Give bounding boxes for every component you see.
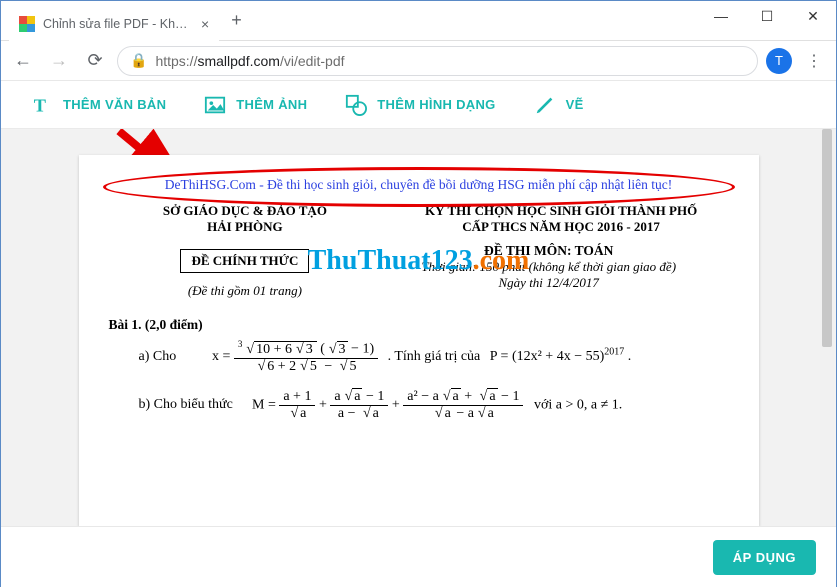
exam-title-1: KỲ THI CHỌN HỌC SINH GIỎI THÀNH PHỐ [394,203,729,219]
editor-toolbar: T THÊM VĂN BẢN THÊM ẢNH THÊM HÌNH DẠNG V… [1,81,836,129]
url-input[interactable]: 🔒 https://smallpdf.com/vi/edit-pdf [117,46,758,76]
duration: Thời gian: 150 phút (không kể thời gian … [381,259,716,275]
exam-date: Ngày thi 12/4/2017 [381,275,716,291]
page-count: (Đề thi gồm 01 trang) [109,283,382,299]
add-image-tool[interactable]: THÊM ẢNH [204,94,307,116]
menu-button[interactable]: ⋮ [800,51,828,71]
subject: ĐỀ THI MÔN: TOÁN [381,243,716,259]
editor-footer: ÁP DỤNG [1,526,836,588]
shape-icon [345,94,367,116]
org-line-1: SỞ GIÁO DỤC & ĐÀO TẠO [109,203,382,219]
window-controls: — ☐ ✕ [698,1,836,31]
part-a-mid: . Tính giá trị của [388,349,481,364]
lock-icon: 🔒 [130,52,147,69]
favicon-icon [19,16,35,32]
add-shape-tool[interactable]: THÊM HÌNH DẠNG [345,94,495,116]
document-viewport[interactable]: DeThiHSG.Com - Đề thi học sinh giỏi, chu… [1,129,836,526]
window-titlebar: Chỉnh sửa file PDF - Không ảnh h × + — ☐… [1,1,836,41]
tool-label: THÊM HÌNH DẠNG [377,97,495,112]
draw-tool[interactable]: VẼ [534,94,584,116]
browser-tab[interactable]: Chỉnh sửa file PDF - Không ảnh h × [9,7,219,41]
tool-label: VẼ [566,97,584,112]
org-line-2: HẢI PHÒNG [109,219,382,235]
forward-button[interactable]: → [45,47,73,75]
part-a-label: a) Cho [139,349,209,365]
url-scheme: https:// [155,53,197,69]
doc-header-link: DeThiHSG.Com - Đề thi học sinh giỏi, chu… [109,177,729,193]
question-1a: a) Cho x = 310 + 63 (3 − 1) 6 + 25 − 5 .… [139,339,729,375]
doc-subheading-row: ĐỀ CHÍNH THỨC (Đề thi gồm 01 trang) ĐỀ T… [109,243,729,299]
maximize-button[interactable]: ☐ [744,1,790,31]
vertical-scrollbar[interactable] [820,129,834,526]
part-b-tail: với a > 0, a ≠ 1. [534,397,622,412]
exam-title-2: CẤP THCS NĂM HỌC 2016 - 2017 [394,219,729,235]
tool-label: THÊM ẢNH [236,97,307,112]
pen-icon [534,94,556,116]
address-bar: ← → ⟳ 🔒 https://smallpdf.com/vi/edit-pdf… [1,41,836,81]
new-tab-button[interactable]: + [231,10,242,31]
pdf-page[interactable]: DeThiHSG.Com - Đề thi học sinh giỏi, chu… [79,155,759,526]
profile-avatar[interactable]: T [766,48,792,74]
add-text-tool[interactable]: T THÊM VĂN BẢN [31,94,166,116]
back-button[interactable]: ← [9,47,37,75]
url-host: smallpdf.com [197,53,279,69]
reload-button[interactable]: ⟳ [81,47,109,75]
url-path: /vi/edit-pdf [280,53,345,69]
doc-heading-row: SỞ GIÁO DỤC & ĐÀO TẠO HẢI PHÒNG KỲ THI C… [109,203,729,235]
close-button[interactable]: ✕ [790,1,836,31]
image-icon [204,94,226,116]
scrollbar-thumb[interactable] [822,129,832,347]
tab-title: Chỉnh sửa file PDF - Không ảnh h [43,17,193,31]
text-icon: T [31,94,53,116]
apply-button[interactable]: ÁP DỤNG [713,540,816,575]
part-b-label: b) Cho biểu thức [139,397,249,413]
question-1-title: Bài 1. (2,0 điểm) [109,317,729,333]
minimize-button[interactable]: — [698,1,744,31]
tab-close-icon[interactable]: × [201,16,209,32]
svg-text:T: T [34,95,47,115]
tool-label: THÊM VĂN BẢN [63,97,166,112]
official-box: ĐỀ CHÍNH THỨC [180,249,309,273]
question-1b: b) Cho biểu thức M = a + 1a + aa − 1a − … [139,389,729,422]
